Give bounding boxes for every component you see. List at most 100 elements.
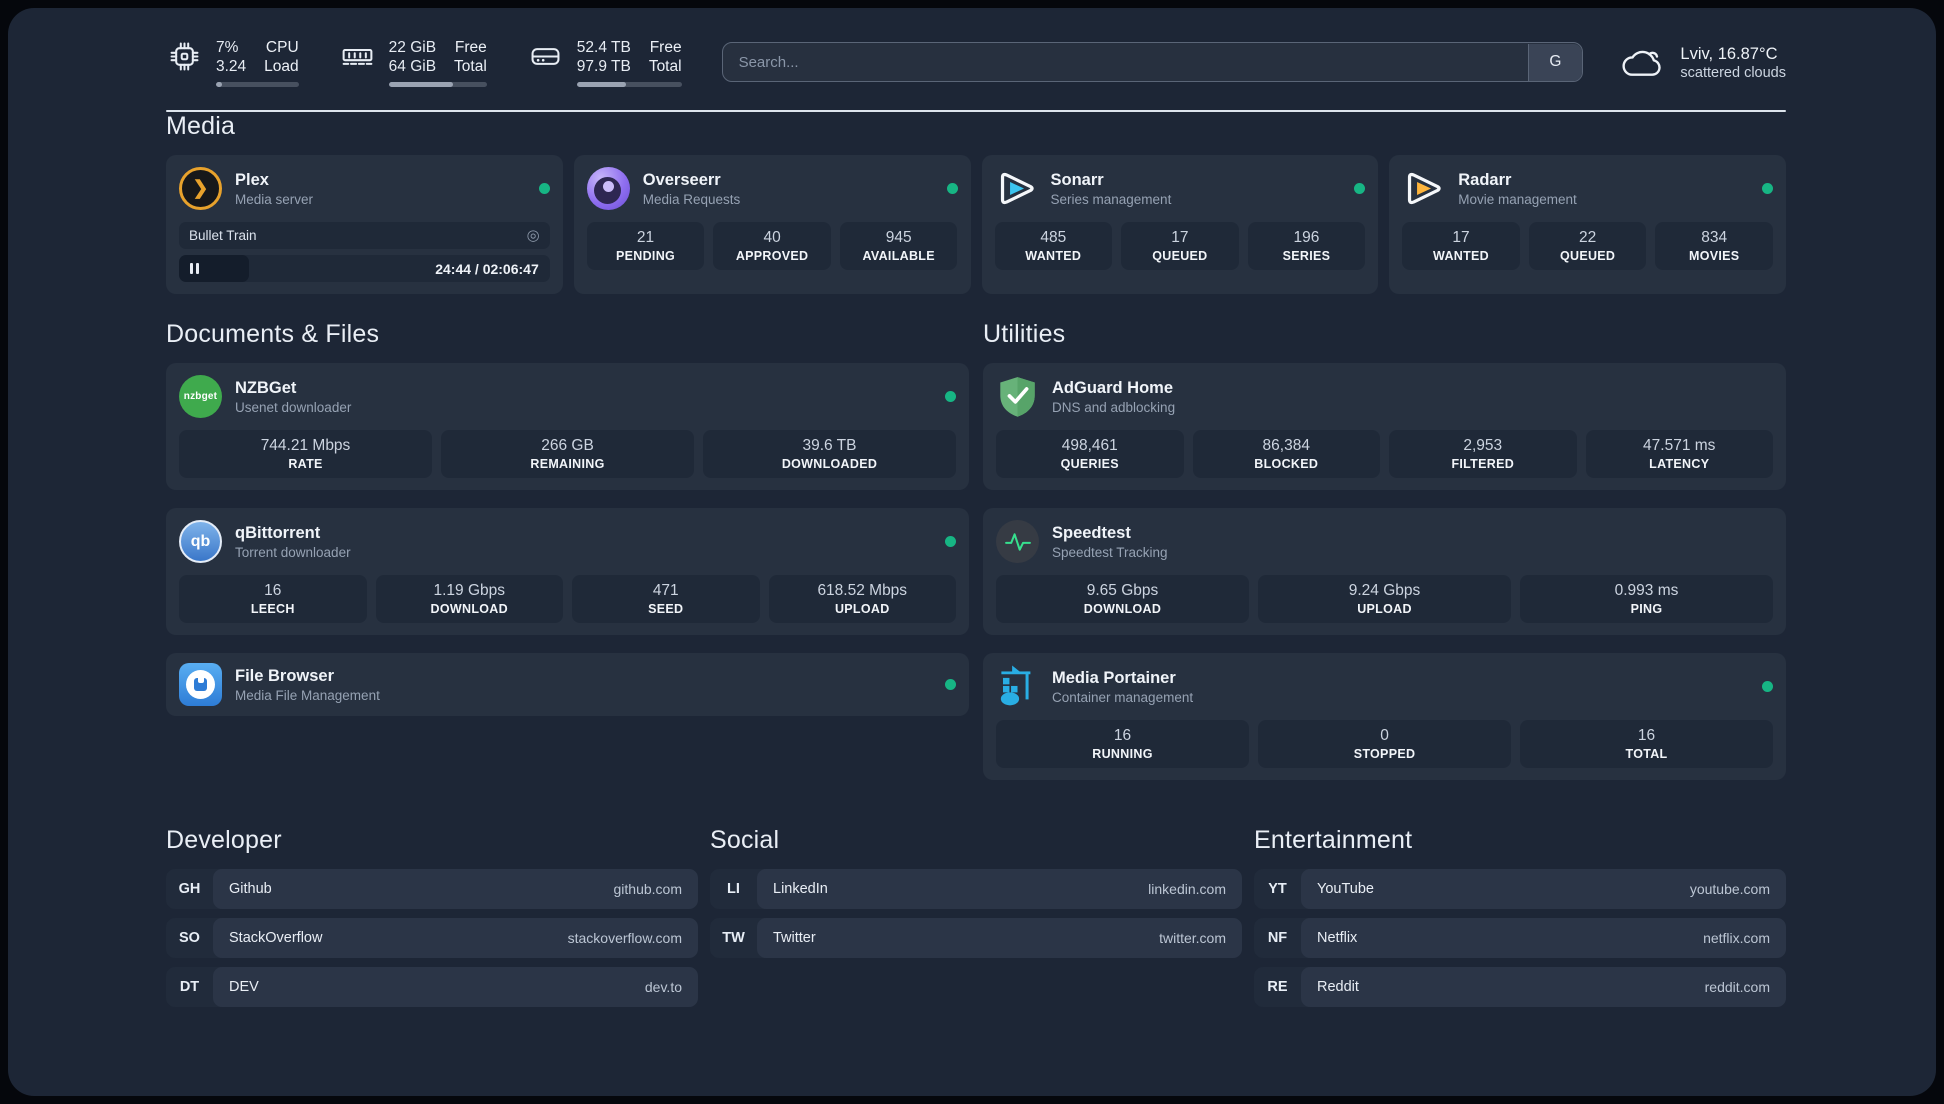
bookmark-tag: NF (1267, 930, 1288, 946)
cpu-load-avg: 3.24 (216, 57, 247, 75)
bookmark-github[interactable]: GH Github github.com (166, 869, 698, 909)
card-subtitle: Usenet downloader (235, 399, 352, 415)
stat-ping: 0.993 ms PING (1520, 575, 1773, 623)
bookmark-group-developer: Developer GH Github github.com SO StackO… (166, 826, 698, 1007)
bookmark-url: linkedin.com (1148, 881, 1226, 897)
card-plex[interactable]: ❯ Plex Media server Bullet Train ◎ 24:44… (166, 155, 563, 294)
stat-latency: 47.571 ms LATENCY (1585, 430, 1773, 478)
card-qbittorrent[interactable]: qb qBittorrent Torrent downloader 16 LEEC… (166, 508, 969, 635)
bookmark-twitter[interactable]: TW Twitter twitter.com (710, 918, 1242, 958)
media-grid: ❯ Plex Media server Bullet Train ◎ 24:44… (166, 155, 1786, 294)
search-input[interactable] (721, 42, 1584, 82)
bookmark-group-social: Social LI LinkedIn linkedin.com TW Twitt… (710, 826, 1242, 1007)
stat-available: 945 AVAILABLE (839, 222, 958, 270)
status-dot (945, 391, 956, 402)
bookmark-dev[interactable]: DT DEV dev.to (166, 967, 698, 1007)
sonarr-icon (995, 167, 1038, 210)
plex-icon: ❯ (179, 167, 222, 210)
player-progress-row[interactable]: 24:44 / 02:06:47 (179, 255, 550, 282)
card-filebrowser[interactable]: File Browser Media File Management (166, 653, 969, 716)
bookmark-stackoverflow[interactable]: SO StackOverflow stackoverflow.com (166, 918, 698, 958)
now-playing-title: Bullet Train (189, 228, 257, 243)
card-title: File Browser (235, 666, 335, 685)
cpu-label-2: Load (264, 57, 299, 75)
status-dot (1762, 183, 1773, 194)
stat-queries: 498,461 QUERIES (996, 430, 1184, 478)
bookmark-tag: GH (178, 881, 201, 897)
section-title-entertainment: Entertainment (1254, 826, 1413, 854)
disk-label-2: Total (648, 57, 682, 75)
disk-icon (531, 48, 560, 65)
card-subtitle: Container management (1052, 689, 1194, 705)
bookmark-url: reddit.com (1704, 979, 1770, 995)
nzbget-icon: nzbget (179, 375, 222, 418)
bookmark-tag: YT (1268, 881, 1287, 897)
weather-widget: Lviv, 16.87°C scattered clouds (1619, 42, 1786, 82)
ram-label-2: Total (454, 57, 487, 75)
cpu-metric: 7% 3.24 CPU Load (166, 38, 299, 87)
stat-total: 16 TOTAL (1520, 720, 1773, 768)
stat-downloaded: 39.6 TB DOWNLOADED (703, 430, 956, 478)
card-portainer[interactable]: Media Portainer Container management 16 R… (983, 653, 1786, 780)
player-settings-icon[interactable]: ◎ (527, 228, 540, 243)
card-sonarr[interactable]: Sonarr Series management 485 WANTED 17 QUE… (981, 155, 1379, 294)
card-speedtest[interactable]: Speedtest Speedtest Tracking 9.65 Gbps DO… (983, 508, 1786, 635)
bookmark-url: dev.to (644, 979, 682, 995)
ram-icon (342, 49, 373, 65)
bookmark-name: DEV (229, 979, 259, 995)
disk-label-1: Free (649, 38, 682, 56)
card-title: NZBGet (235, 378, 297, 397)
bookmark-name: YouTube (1317, 881, 1374, 897)
bookmark-netflix[interactable]: NF Netflix netflix.com (1254, 918, 1786, 958)
pause-icon (190, 263, 193, 274)
stat-leech: 16 LEECH (179, 575, 367, 623)
cpu-icon (170, 42, 199, 71)
dashboard-panel: 7% 3.24 CPU Load 22 GiB 64 GiB Free Tota… (8, 8, 1936, 1096)
stat-approved: 40 APPROVED (713, 222, 831, 270)
stat-pending: 21 PENDING (586, 222, 705, 270)
stat-queued: 17 QUEUED (1121, 222, 1239, 270)
stat-wanted: 17 WANTED (1402, 222, 1520, 270)
bookmark-linkedin[interactable]: LI LinkedIn linkedin.com (710, 869, 1242, 909)
status-dot (538, 183, 550, 194)
disk-metric: 52.4 TB 97.9 TB Free Total (527, 38, 682, 87)
card-title: Media Portainer (1052, 668, 1176, 687)
card-title: Plex (235, 170, 269, 189)
bookmark-name: StackOverflow (229, 930, 323, 946)
stat-queued: 22 QUEUED (1528, 222, 1647, 270)
card-overseerr[interactable]: Overseerr Media Requests 21 PENDING 40 APP… (573, 155, 971, 294)
bookmark-tag: TW (722, 930, 745, 946)
card-title: Radarr (1458, 170, 1512, 189)
documents-column: Documents & Files nzbget NZBGet Usenet d… (166, 320, 969, 716)
card-title: Speedtest (1052, 523, 1131, 542)
card-subtitle: Media File Management (235, 687, 380, 703)
bookmark-reddit[interactable]: RE Reddit reddit.com (1254, 967, 1786, 1007)
utilities-column: Utilities AdGuard Home DNS and adblockin… (983, 320, 1786, 780)
status-dot (945, 536, 956, 547)
bookmark-name: Github (229, 881, 272, 897)
portainer-icon (996, 665, 1039, 708)
card-radarr[interactable]: Radarr Movie management 17 WANTED 22 QUEUE… (1389, 155, 1786, 294)
card-subtitle: Torrent downloader (235, 544, 351, 560)
bookmark-name: Twitter (773, 930, 816, 946)
section-title-media: Media (166, 112, 236, 140)
card-nzbget[interactable]: nzbget NZBGet Usenet downloader 744.21 M… (166, 363, 969, 490)
stat-upload: 9.24 Gbps UPLOAD (1258, 575, 1511, 623)
stat-seed: 471 SEED (572, 575, 760, 623)
card-subtitle: Media server (235, 191, 314, 207)
qbittorrent-icon: qb (179, 520, 222, 563)
bookmark-name: Reddit (1317, 979, 1359, 995)
bookmark-url: stackoverflow.com (567, 930, 682, 946)
player-elapsed (179, 255, 250, 282)
filebrowser-icon (179, 663, 222, 706)
section-title-developer: Developer (166, 826, 282, 854)
card-adguard[interactable]: AdGuard Home DNS and adblocking 498,461 Q… (983, 363, 1786, 490)
search-provider-button[interactable]: G (1527, 43, 1582, 81)
ram-total: 64 GiB (388, 57, 437, 75)
cpu-value: 7% (216, 38, 239, 56)
top-bar: 7% 3.24 CPU Load 22 GiB 64 GiB Free Tota… (166, 38, 1786, 87)
bookmark-youtube[interactable]: YT YouTube youtube.com (1254, 869, 1786, 909)
player-time: 24:44 / 02:06:47 (435, 260, 539, 277)
card-title: Sonarr (1050, 170, 1104, 189)
card-subtitle: Movie management (1458, 191, 1577, 207)
